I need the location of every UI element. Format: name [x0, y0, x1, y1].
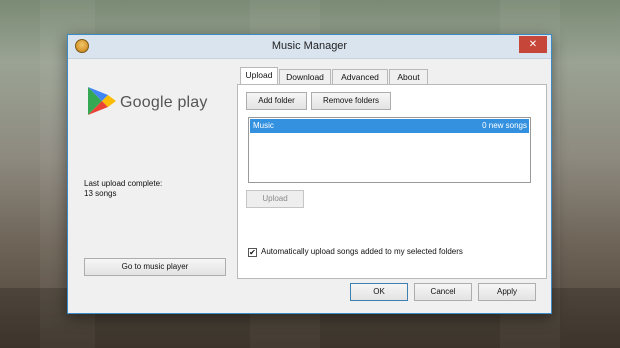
close-button[interactable]: ✕: [519, 36, 547, 53]
tab-advanced[interactable]: Advanced: [332, 69, 388, 84]
remove-folders-button[interactable]: Remove folders: [311, 92, 391, 110]
upload-tab-panel: Add folder Remove folders Music 0 new so…: [237, 84, 547, 279]
cancel-button[interactable]: Cancel: [414, 283, 472, 301]
google-play-wordmark: Google play: [120, 94, 208, 111]
folder-status: 0 new songs: [482, 121, 527, 130]
auto-upload-checkbox[interactable]: ✔: [248, 248, 257, 257]
upload-button[interactable]: Upload: [246, 190, 304, 208]
tab-about[interactable]: About: [389, 69, 428, 84]
last-upload-count: 13 songs: [84, 189, 117, 198]
add-folder-button[interactable]: Add folder: [246, 92, 307, 110]
go-to-music-player-button[interactable]: Go to music player: [84, 258, 226, 276]
ok-button[interactable]: OK: [350, 283, 408, 301]
music-manager-window: Music Manager ✕ Google play Last upload …: [67, 34, 552, 314]
folder-row-music[interactable]: Music 0 new songs: [250, 119, 529, 133]
window-title: Music Manager: [271, 40, 348, 52]
folder-name: Music: [253, 121, 274, 130]
folder-list[interactable]: Music 0 new songs: [248, 117, 531, 183]
tab-upload[interactable]: Upload: [240, 67, 278, 85]
apply-button[interactable]: Apply: [478, 283, 536, 301]
title-bar[interactable]: Music Manager ✕: [68, 35, 551, 59]
last-upload-label: Last upload complete:: [84, 179, 163, 188]
tab-download[interactable]: Download: [279, 69, 331, 84]
auto-upload-label[interactable]: Automatically upload songs added to my s…: [261, 247, 463, 256]
